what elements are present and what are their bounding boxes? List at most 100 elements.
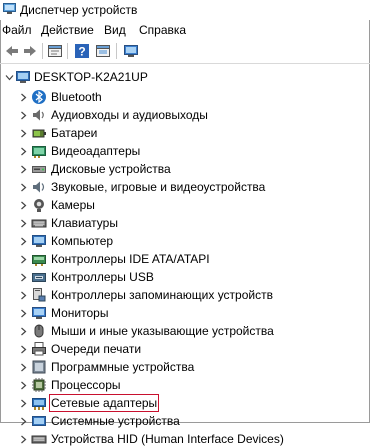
back-icon[interactable]: [4, 43, 20, 59]
tree-item-label: Очереди печати: [51, 342, 142, 356]
menu-action[interactable]: Действие: [41, 23, 94, 37]
tree-item-label: Мыши и иные указывающие устройства: [51, 324, 274, 338]
tree-item[interactable]: Камеры: [0, 196, 370, 214]
software-device-icon: [32, 360, 46, 374]
tree-item-label: Системные устройства: [51, 414, 180, 428]
tree-item[interactable]: Bluetooth: [0, 88, 370, 106]
menu-file[interactable]: Файл: [2, 23, 32, 37]
tree-item[interactable]: Системные устройства: [0, 412, 370, 430]
root-label: DESKTOP-K2A21UP: [34, 70, 148, 84]
speaker-icon: [33, 109, 44, 121]
tree-item-label: Батареи: [51, 126, 98, 140]
chevron-right-icon[interactable]: [19, 345, 28, 354]
chevron-right-icon[interactable]: [19, 93, 28, 102]
chevron-right-icon[interactable]: [19, 381, 28, 390]
tree-item[interactable]: Очереди печати: [0, 340, 370, 358]
chevron-right-icon[interactable]: [19, 165, 28, 174]
tree-item-label: Контроллеры USB: [51, 270, 154, 284]
tree-item-label: Процессоры: [51, 378, 121, 392]
tree-item[interactable]: Контроллеры IDE ATA/ATAPI: [0, 250, 370, 268]
svg-text:?: ?: [78, 45, 85, 59]
chevron-down-icon[interactable]: [5, 73, 14, 82]
tree-item-label: Клавиатуры: [51, 216, 118, 230]
tree-item[interactable]: Клавиатуры: [0, 214, 370, 232]
tree-root[interactable]: DESKTOP-K2A21UP: [0, 68, 370, 86]
computer-icon: [32, 235, 46, 247]
tree-item[interactable]: Звуковые, игровые и видеоустройства: [0, 178, 370, 196]
disk-drive-icon: [32, 166, 46, 173]
printer-icon: [32, 342, 46, 356]
monitor-icon: [32, 307, 46, 319]
tree-item[interactable]: Контроллеры USB: [0, 268, 370, 286]
menu-help[interactable]: Справка: [139, 23, 186, 37]
forward-icon[interactable]: [22, 43, 38, 59]
processor-icon: [32, 378, 46, 392]
tree-item-label: Видеоадаптеры: [51, 144, 141, 158]
chevron-right-icon[interactable]: [19, 147, 28, 156]
help-icon[interactable]: ?: [74, 43, 90, 59]
tree-item-label: Камеры: [51, 198, 95, 212]
tree-item[interactable]: Дисковые устройства: [0, 160, 370, 178]
storage-controller-icon: [33, 288, 46, 302]
properties-icon[interactable]: [47, 43, 63, 59]
device-manager-icon: [3, 3, 16, 14]
display-adapter-icon: [32, 146, 46, 158]
toolbar: ?: [0, 39, 370, 64]
chevron-right-icon[interactable]: [19, 399, 28, 408]
tree-item[interactable]: Батареи: [0, 124, 370, 142]
chevron-right-icon[interactable]: [19, 435, 28, 444]
view-icon[interactable]: [95, 43, 111, 59]
chevron-right-icon[interactable]: [19, 219, 28, 228]
tree-item-label: Дисковые устройства: [51, 162, 171, 176]
chevron-right-icon[interactable]: [19, 309, 28, 318]
tree-item-label: Контроллеры IDE ATA/ATAPI: [51, 252, 210, 266]
tree-item[interactable]: Устройства HID (Human Interface Devices): [0, 430, 370, 448]
monitor-icon[interactable]: [123, 43, 139, 59]
tree-item-label: Звуковые, игровые и видеоустройства: [51, 180, 266, 194]
chevron-right-icon[interactable]: [19, 183, 28, 192]
bluetooth-icon: [32, 90, 46, 104]
tree-item[interactable]: Программные устройства: [0, 358, 370, 376]
keyboard-icon: [31, 219, 47, 228]
tree-item[interactable]: Сетевые адаптеры: [0, 394, 370, 412]
toolbar-separator: [67, 43, 68, 59]
tree-item[interactable]: Видеоадаптеры: [0, 142, 370, 160]
computer-icon: [16, 71, 30, 83]
chevron-right-icon[interactable]: [19, 417, 28, 426]
chevron-right-icon[interactable]: [19, 237, 28, 246]
network-adapter-icon: [32, 398, 46, 410]
window-title: Диспетчер устройств: [20, 3, 138, 17]
chevron-right-icon[interactable]: [19, 363, 28, 372]
system-device-icon: [32, 416, 46, 426]
tree-item-label: Устройства HID (Human Interface Devices): [51, 432, 284, 446]
camera-icon: [34, 199, 44, 212]
chevron-right-icon[interactable]: [19, 255, 28, 264]
menu-bar: Файл Действие Вид Справка: [0, 20, 370, 39]
tree-item-label: Аудиовходы и аудиовыходы: [51, 108, 208, 122]
tree-item[interactable]: Мыши и иные указывающие устройства: [0, 322, 370, 340]
toolbar-separator: [116, 43, 117, 59]
tree-item[interactable]: Контроллеры запоминающих устройств: [0, 286, 370, 304]
tree-item-label: Сетевые адаптеры: [48, 394, 160, 412]
ide-controller-icon: [32, 255, 46, 266]
tree-item-label: Контроллеры запоминающих устройств: [51, 288, 273, 302]
chevron-right-icon[interactable]: [19, 327, 28, 336]
chevron-right-icon[interactable]: [19, 129, 28, 138]
sound-device-icon: [33, 181, 45, 193]
mouse-icon: [34, 324, 44, 338]
chevron-right-icon[interactable]: [19, 201, 28, 210]
tree-item[interactable]: Аудиовходы и аудиовыходы: [0, 106, 370, 124]
tree-item-label: Bluetooth: [51, 90, 102, 104]
chevron-right-icon[interactable]: [19, 273, 28, 282]
tree-item[interactable]: Процессоры: [0, 376, 370, 394]
tree-item[interactable]: Компьютер: [0, 232, 370, 250]
hid-icon: [31, 435, 47, 444]
chevron-right-icon[interactable]: [19, 111, 28, 120]
tree-item[interactable]: Мониторы: [0, 304, 370, 322]
chevron-right-icon[interactable]: [19, 291, 28, 300]
toolbar-separator: [42, 43, 43, 59]
title-bar: Диспетчер устройств: [0, 0, 370, 20]
tree-item-label: Компьютер: [51, 234, 114, 248]
menu-view[interactable]: Вид: [104, 23, 126, 37]
tree-item-label: Мониторы: [51, 306, 109, 320]
